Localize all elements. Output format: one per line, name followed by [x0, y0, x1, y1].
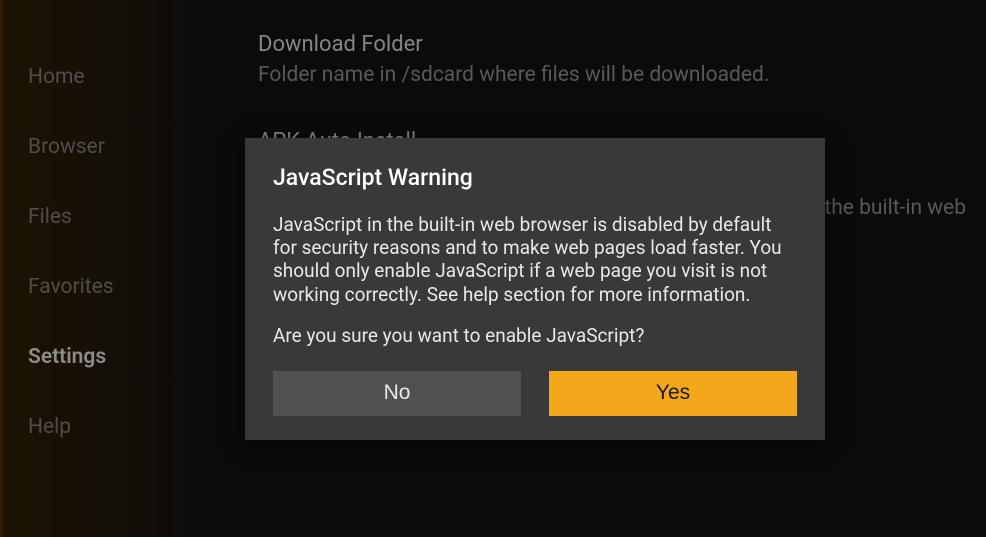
- no-button[interactable]: No: [273, 371, 521, 416]
- dialog-title: JavaScript Warning: [273, 164, 797, 191]
- yes-button[interactable]: Yes: [549, 371, 797, 416]
- javascript-warning-dialog: JavaScript Warning JavaScript in the bui…: [245, 138, 825, 440]
- dialog-body-text: JavaScript in the built-in web browser i…: [273, 213, 797, 306]
- dialog-button-row: No Yes: [273, 371, 797, 416]
- dialog-question-text: Are you sure you want to enable JavaScri…: [273, 324, 797, 347]
